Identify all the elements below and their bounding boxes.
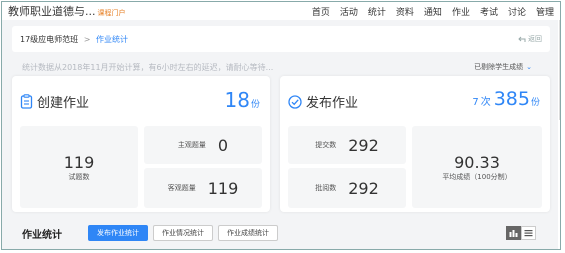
publish-times-unit: 次 (480, 97, 491, 108)
subjective-label: 主观题量 (177, 141, 206, 149)
nav-item-homework[interactable]: 作业 (452, 5, 470, 18)
view-toggle (506, 226, 536, 240)
publish-homework-title: 发布作业 (306, 96, 359, 111)
document-icon (20, 94, 33, 109)
course-portal-label: 课程门户 (97, 9, 126, 17)
published-count-unit: 份 (530, 98, 540, 108)
main-nav: 首页 活动 统计 资料 通知 作业 考试 讨论 管理 (312, 5, 554, 18)
graded-label: 批阅数 (315, 184, 337, 192)
nav-item-stats[interactable]: 统计 (368, 5, 386, 18)
back-button[interactable]: 返回 (518, 34, 542, 44)
list-icon (524, 230, 533, 237)
nav-item-home[interactable]: 首页 (312, 5, 330, 18)
created-count-value: 18 (224, 88, 250, 112)
create-homework-title: 创建作业 (37, 96, 90, 111)
score-filter-label: 已剔除学生成绩 (474, 63, 524, 71)
submitted-value: 292 (348, 135, 379, 155)
question-total-cell: 119 试题数 (20, 126, 138, 208)
breadcrumb: 17级应电师范班 > 作业统计 返回 (12, 26, 550, 52)
nav-item-exam[interactable]: 考试 (480, 5, 498, 18)
average-score-cell: 90.33 平均成绩（100分制） (412, 126, 542, 208)
submitted-cell: 提交数 292 (288, 126, 406, 164)
created-count-unit: 份 (250, 100, 260, 110)
nav-item-materials[interactable]: 资料 (396, 5, 414, 18)
list-view-button[interactable] (521, 226, 536, 240)
subjective-cell: 主观题量 0 (144, 126, 262, 164)
average-score-label: 平均成绩（100分制） (442, 172, 512, 181)
chart-view-button[interactable] (506, 226, 521, 240)
back-label: 返回 (528, 35, 542, 43)
breadcrumb-current: 作业统计 (95, 34, 128, 44)
homework-stats-section: 作业统计 发布作业统计 作业情况统计 作业成绩统计 (12, 218, 550, 248)
section-title: 作业统计 (22, 229, 62, 241)
course-brand[interactable]: 教师职业道德与... 课程门户 (8, 3, 126, 19)
check-circle-icon (288, 94, 302, 109)
create-homework-card: 创建作业 18 份 119 试题数 主观题量 0 客观题量 119 (12, 76, 270, 212)
submitted-label: 提交数 (315, 141, 337, 149)
nav-item-notice[interactable]: 通知 (424, 5, 442, 18)
publish-times-value: 7 (472, 97, 479, 108)
objective-label: 客观题量 (167, 184, 196, 192)
tab-homework-status-stats[interactable]: 作业情况统计 (153, 225, 213, 241)
question-total-value: 119 (63, 152, 95, 172)
app-window: 教师职业道德与... 课程门户 首页 活动 统计 资料 通知 作业 考试 讨论 … (1, 1, 561, 250)
nav-item-discussion[interactable]: 讨论 (508, 5, 526, 18)
nav-item-manage[interactable]: 管理 (536, 5, 554, 18)
delay-notice: 统计数据从2018年11月开始计算，有6小时左右的延迟，请耐心等待... (22, 63, 274, 72)
average-score-value: 90.33 (454, 152, 500, 172)
question-total-label: 试题数 (68, 172, 90, 181)
top-bar: 教师职业道德与... 课程门户 首页 活动 统计 资料 通知 作业 考试 讨论 … (2, 2, 560, 20)
breadcrumb-separator: > (83, 34, 91, 44)
chevron-down-icon: ⌄ (526, 63, 532, 71)
course-title: 教师职业道德与... (8, 5, 96, 18)
objective-cell: 客观题量 119 (144, 168, 262, 208)
scrollbar[interactable] (559, 20, 560, 120)
breadcrumb-class[interactable]: 17级应电师范班 (20, 35, 78, 44)
graded-cell: 批阅数 292 (288, 168, 406, 208)
created-count: 18 份 (225, 88, 260, 112)
back-arrow-icon (518, 36, 526, 42)
score-filter-dropdown[interactable]: 已剔除学生成绩 ⌄ (474, 62, 532, 72)
published-count-value: 385 (493, 88, 530, 110)
publish-homework-card: 发布作业 7 次 385 份 提交数 292 批阅数 292 90.33 平均成… (280, 76, 550, 212)
objective-value: 119 (207, 178, 239, 198)
bar-chart-icon (509, 230, 518, 237)
tab-publish-stats[interactable]: 发布作业统计 (88, 225, 148, 241)
graded-value: 292 (348, 178, 379, 198)
tab-homework-score-stats[interactable]: 作业成绩统计 (218, 225, 278, 241)
subjective-value: 0 (217, 135, 229, 155)
nav-item-activity[interactable]: 活动 (340, 5, 358, 18)
published-count: 7 次 385 份 (472, 88, 540, 110)
